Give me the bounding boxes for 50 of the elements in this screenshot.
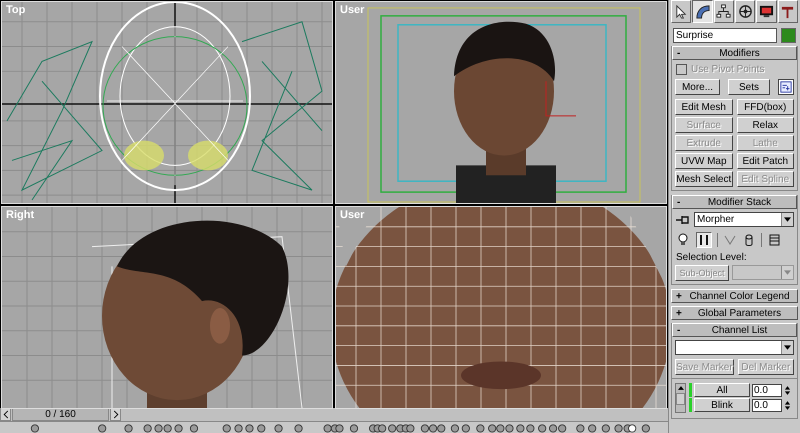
modify-tab[interactable] — [692, 0, 713, 23]
bent-tube-icon — [694, 4, 710, 19]
scroll-up-arrow-icon — [678, 386, 684, 390]
previous-frame-button[interactable] — [0, 408, 11, 421]
sets-button[interactable]: Sets — [728, 79, 770, 95]
configure-icon[interactable] — [778, 79, 794, 95]
modifier-button[interactable]: FFD(box) — [736, 99, 794, 115]
rollout-header[interactable]: - Channel List — [672, 323, 797, 337]
modifier-stack-dropdown[interactable]: Morpher — [694, 212, 794, 227]
dropdown-arrow-icon — [784, 217, 791, 222]
rollout-header[interactable]: + Global Parameters — [671, 306, 798, 320]
pipe-icon[interactable] — [696, 232, 712, 248]
pin-icon[interactable] — [675, 214, 691, 224]
fork-icon[interactable] — [723, 233, 737, 247]
arrow-cursor-icon — [674, 4, 689, 19]
object-color-swatch[interactable] — [781, 28, 796, 43]
channel-button[interactable]: Blink — [694, 398, 750, 412]
channel-value-field[interactable]: 0.0 — [752, 398, 782, 412]
dropdown-arrow-icon — [784, 270, 791, 275]
utilities-tab[interactable] — [778, 0, 798, 23]
dropdown-arrow-icon — [784, 345, 791, 350]
modifier-button[interactable]: Mesh Select — [675, 171, 732, 187]
object-name-field[interactable]: Surprise — [673, 28, 777, 43]
scrollbar[interactable] — [675, 383, 686, 413]
more-button[interactable]: More... — [675, 79, 720, 95]
spinner-icon[interactable] — [784, 398, 791, 412]
monitor-icon — [758, 4, 774, 19]
rollout-header[interactable]: - Modifiers — [672, 46, 797, 60]
rollout-header[interactable]: - Modifier Stack — [672, 195, 797, 209]
stack-icon[interactable] — [767, 233, 781, 247]
channel-value-field[interactable]: 0.0 — [752, 384, 782, 396]
spinner-icon[interactable] — [784, 384, 791, 396]
display-tab[interactable] — [756, 0, 777, 23]
next-frame-button[interactable] — [110, 408, 121, 421]
modifier-button[interactable]: Edit Patch — [736, 153, 794, 169]
marker-dropdown[interactable] — [675, 340, 794, 355]
hammer-icon — [780, 4, 796, 19]
hierarchy-icon — [716, 4, 732, 19]
channel-button[interactable]: All — [694, 383, 750, 397]
selection-level-label: Selection Level: — [675, 252, 748, 263]
rollout-header[interactable]: + Channel Color Legend — [671, 289, 798, 303]
create-tab[interactable] — [671, 0, 692, 23]
motion-tab[interactable] — [734, 0, 756, 23]
modifier-button[interactable]: Edit Mesh — [675, 99, 732, 115]
modifier-button[interactable]: UVW Map — [675, 153, 732, 169]
hierarchy-tab[interactable] — [714, 0, 734, 23]
checkbox-label: Use Pivot Points — [691, 64, 764, 75]
modifier-button[interactable]: Relax — [736, 117, 794, 133]
wheel-icon — [738, 4, 753, 19]
time-slider-thumb[interactable]: 0 / 160 — [12, 408, 109, 421]
